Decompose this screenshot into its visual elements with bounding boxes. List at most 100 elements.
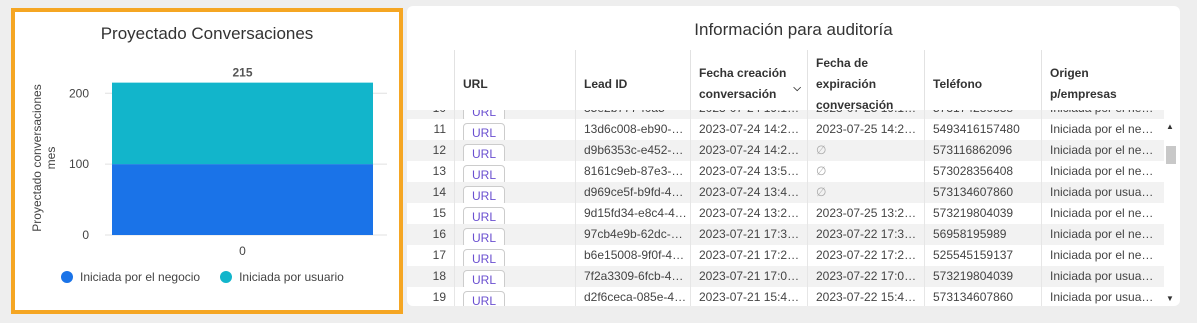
scroll-up-icon[interactable]: ▲ <box>1166 122 1174 131</box>
url-link-button[interactable]: URL <box>463 186 506 203</box>
url-link-button[interactable]: URL <box>463 249 506 266</box>
chevron-down-icon[interactable]: ⌵ <box>793 78 801 99</box>
table-header: URL Lead ID Fecha creación conversación … <box>407 50 1164 119</box>
col-header-phone[interactable]: Teléfono <box>924 50 1041 118</box>
row-number: 15 <box>432 206 446 220</box>
legend-item-business[interactable]: Iniciada por el negocio <box>61 270 200 284</box>
chart-ylabel-line1: Proyectado conversaciones <box>30 84 44 232</box>
url-link-button[interactable]: URL <box>463 291 506 306</box>
col-header-lead-id[interactable]: Lead ID <box>575 50 690 118</box>
chart-legend: Iniciada por el negocio Iniciada por usu… <box>61 270 344 284</box>
table-row[interactable]: 19 URL d2f6ceca-085e-4… 2023-07-21 15:4… 202… <box>407 287 1164 306</box>
scroll-down-icon[interactable]: ▼ <box>1166 294 1174 303</box>
url-cell: URL <box>454 182 575 203</box>
origin-cell: Iniciada por usua… <box>1041 182 1164 203</box>
row-number: 12 <box>432 143 446 157</box>
table-body: 10URL35e2b777-f0a5-2023-07-24 19:1…2023-… <box>407 110 1164 306</box>
col-header-url[interactable]: URL <box>454 50 575 118</box>
url-link-button[interactable]: URL <box>463 207 506 224</box>
row-number: 14 <box>432 185 446 199</box>
row-number: 11 <box>433 122 446 136</box>
origin-cell: Iniciada por el ne… <box>1041 110 1164 119</box>
row-number: 10 <box>407 110 454 119</box>
legend-label-business: Iniciada por el negocio <box>80 270 201 284</box>
url-cell: URL <box>454 110 575 119</box>
url-link-button[interactable]: URL <box>463 270 506 287</box>
phone-cell: 525545159137 <box>924 245 1041 266</box>
col-header-created-line1: Fecha creación <box>699 66 787 80</box>
col-header-origin-line1: Origen <box>1050 66 1089 80</box>
table-row[interactable]: 12 URL d9b6353c-e452-… 2023-07-24 14:2… ∅ 573… <box>407 140 1164 161</box>
phone-cell: 573134607860 <box>924 182 1041 203</box>
expires-cell: 2023-07-22 17:2… <box>807 245 924 266</box>
url-link-button[interactable]: URL <box>463 123 506 140</box>
expires-cell: 2023-07-25 19:1… <box>807 110 924 119</box>
phone-cell: 56958195989 <box>924 224 1041 245</box>
expires-cell: ∅ <box>807 140 924 161</box>
phone-cell: 573174280888 <box>924 110 1041 119</box>
audit-table-card: Información para auditoría URL Lead ID F… <box>407 6 1180 306</box>
x-category-label: 0 <box>239 244 246 258</box>
lead-id-cell: 9d15fd34-e8c4-4… <box>575 203 690 224</box>
col-header-created[interactable]: Fecha creación conversación ⌵ <box>690 50 807 118</box>
table-scrollbar[interactable]: ▲ ▼ <box>1164 118 1178 306</box>
url-link-button[interactable]: URL <box>463 144 506 161</box>
url-cell: URL <box>454 140 575 161</box>
phone-cell: 573219804039 <box>924 203 1041 224</box>
col-header-expires-line2: expiración <box>816 76 877 91</box>
phone-cell: 573134607860 <box>924 287 1041 306</box>
table-row[interactable]: 17 URL b6e15008-9f0f-4… 2023-07-21 17:2… 202… <box>407 245 1164 266</box>
created-cell: 2023-07-21 17:3… <box>690 224 807 245</box>
col-header-url-label: URL <box>463 76 488 91</box>
stacked-bar-chart: 0 100 200 215 0 <box>69 66 387 258</box>
url-cell: URL <box>454 266 575 287</box>
col-header-lead-id-label: Lead ID <box>584 76 628 91</box>
row-number: 16 <box>432 227 446 241</box>
origin-cell: Iniciada por el ne… <box>1041 119 1164 140</box>
created-cell: 2023-07-24 13:5… <box>690 161 807 182</box>
legend-dot-user <box>220 271 233 283</box>
lead-id-cell: d2f6ceca-085e-4… <box>575 287 690 306</box>
table-row[interactable]: 14 URL d969ce5f-b9fd-4… 2023-07-24 13:4… ∅ 57… <box>407 182 1164 203</box>
table-row[interactable]: 15 URL 9d15fd34-e8c4-4… 2023-07-24 13:2… 202… <box>407 203 1164 224</box>
url-link-button[interactable]: URL <box>463 228 506 245</box>
expires-cell: 2023-07-25 13:2… <box>807 203 924 224</box>
legend-dot-business <box>61 271 73 283</box>
expires-cell: 2023-07-25 14:2… <box>807 119 924 140</box>
created-cell: 2023-07-24 14:2… <box>690 140 807 161</box>
created-cell: 2023-07-21 17:2… <box>690 245 807 266</box>
scrollbar-thumb[interactable] <box>1166 146 1176 164</box>
origin-cell: Iniciada por el ne… <box>1041 140 1164 161</box>
col-header-expires[interactable]: Fecha de expiración conversación <box>807 50 924 118</box>
y-tick-label: 100 <box>69 157 89 171</box>
phone-cell: 573116862096 <box>924 140 1041 161</box>
col-header-created-line2: conversación <box>699 87 777 101</box>
expires-cell: ∅ <box>807 182 924 203</box>
col-header-origin[interactable]: Origen p/empresas <box>1041 50 1158 118</box>
url-link-button[interactable]: URL <box>463 110 506 119</box>
url-cell: URL <box>454 203 575 224</box>
table-row[interactable]: 18 URL 7f2a3309-6fcb-4… 2023-07-21 17:0… 202… <box>407 266 1164 287</box>
table-row[interactable]: 11 URL 13d6c008-eb90-… 2023-07-24 14:2… 2023… <box>407 119 1164 140</box>
table-row[interactable]: 10 URL 35e2b777-f0a5-2023-07-24 19:1…2023-… <box>407 110 1164 119</box>
legend-item-user[interactable]: Iniciada por usuario <box>220 270 344 284</box>
url-cell: URL <box>454 224 575 245</box>
row-number: 19 <box>432 290 446 304</box>
phone-cell: 5493416157480 <box>924 119 1041 140</box>
expires-cell: 2023-07-22 17:3… <box>807 224 924 245</box>
row-number: 17 <box>432 248 446 262</box>
row-number: 18 <box>432 269 446 283</box>
table-row[interactable]: 16 URL 97cb4e9b-62dc-… 2023-07-21 17:3… 2023… <box>407 224 1164 245</box>
url-cell: URL <box>454 161 575 182</box>
row-number: 13 <box>432 164 446 178</box>
table-row[interactable]: 13 URL 8161c9eb-87e3-… 2023-07-24 13:5… ∅ 573… <box>407 161 1164 182</box>
lead-id-cell: 35e2b777-f0a5- <box>575 110 690 119</box>
created-cell: 2023-07-24 13:4… <box>690 182 807 203</box>
legend-label-user: Iniciada por usuario <box>239 270 344 284</box>
expires-cell: 2023-07-22 15:4… <box>807 287 924 306</box>
col-header-phone-label: Teléfono <box>933 76 983 91</box>
expires-cell: ∅ <box>807 161 924 182</box>
url-link-button[interactable]: URL <box>463 165 506 182</box>
col-header-expires-line1: Fecha de <box>816 55 869 70</box>
chart-card: Proyectado Conversaciones 0 100 200 215 0 In… <box>11 8 403 314</box>
